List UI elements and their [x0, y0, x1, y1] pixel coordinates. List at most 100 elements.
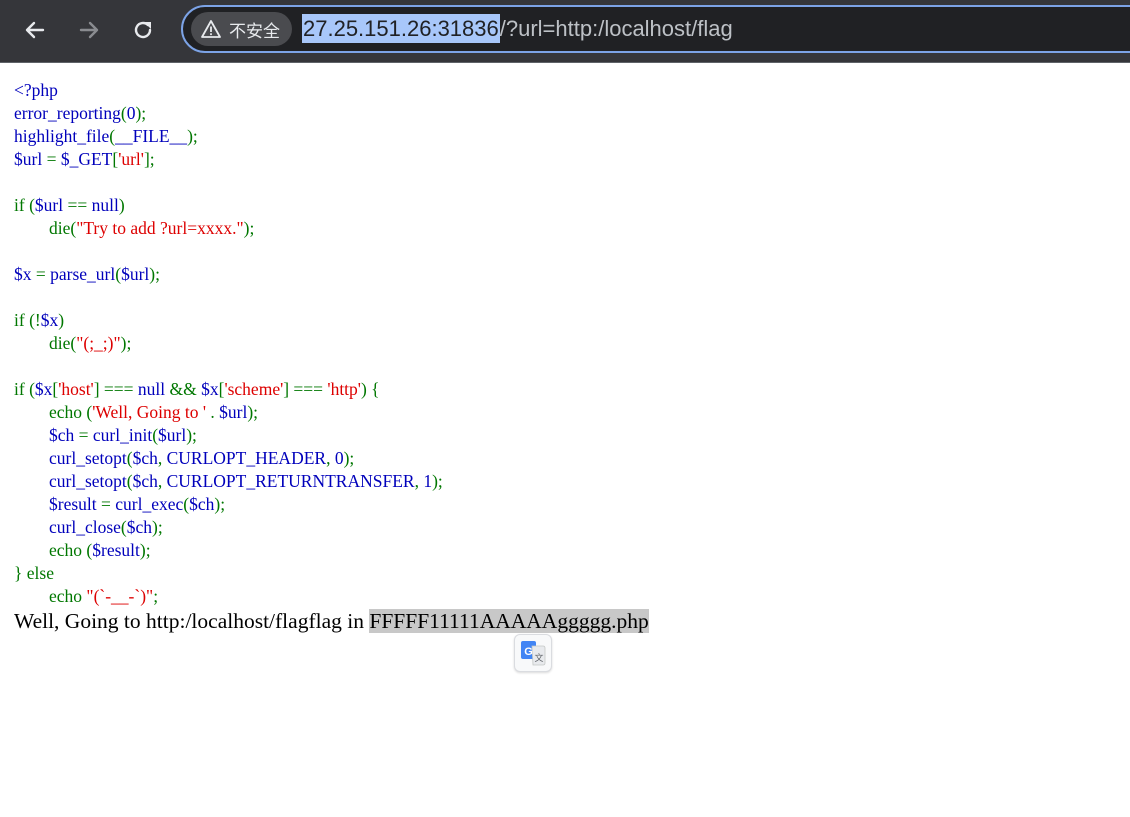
code-token: $ch — [14, 425, 79, 445]
code-token: = — [35, 264, 51, 284]
code-token: $ch — [132, 471, 158, 491]
code-token: null — [137, 379, 170, 399]
code-token: $ch — [126, 517, 153, 537]
code-token: "(;_;)" — [76, 333, 121, 353]
code-token: $x — [201, 379, 219, 399]
code-token: = — [78, 425, 93, 445]
code-token: 1 — [423, 471, 433, 491]
reload-button[interactable] — [125, 10, 161, 50]
code-token: if — [14, 379, 30, 399]
code-line: <?php — [14, 79, 443, 102]
code-token: ); — [120, 333, 132, 353]
back-button[interactable] — [17, 10, 53, 50]
svg-text:文: 文 — [534, 652, 543, 664]
code-token: && — [169, 379, 202, 399]
browser-toolbar: 不安全 27.25.151.26:31836/?url=http:/localh… — [0, 0, 1130, 63]
code-token: ); — [152, 517, 163, 537]
code-token: ) — [58, 310, 65, 330]
google-translate-icon: G 文 — [521, 641, 546, 666]
code-token: CURLOPT_RETURNTRANSFER — [166, 471, 415, 491]
code-token: ); — [139, 540, 151, 560]
code-token: "Try to add ?url=xxxx." — [76, 218, 244, 238]
code-token: $url — [34, 195, 68, 215]
code-line: curl_setopt($ch, CURLOPT_RETURNTRANSFER,… — [14, 470, 443, 493]
code-token: curl_exec — [115, 494, 184, 514]
code-token: = — [101, 494, 116, 514]
svg-text:G: G — [524, 646, 533, 658]
code-token: if — [14, 195, 30, 215]
code-token: , — [157, 471, 167, 491]
code-line: if (!$x) — [14, 309, 443, 332]
code-token: ); — [149, 264, 160, 284]
code-line: $result = curl_exec($ch); — [14, 493, 443, 516]
code-token: curl_init — [92, 425, 153, 445]
code-token: $x — [14, 264, 36, 284]
code-line: echo ($result); — [14, 539, 443, 562]
code-token: __FILE__ — [115, 126, 188, 146]
code-token: ) — [118, 195, 125, 215]
code-line: curl_close($ch); — [14, 516, 443, 539]
code-token: ); — [432, 471, 443, 491]
arrow-right-icon — [79, 21, 99, 39]
code-token: ] === — [283, 379, 328, 399]
page-output: Well, Going to http:/localhost/flagflag … — [14, 606, 649, 636]
code-token: , — [157, 448, 167, 468]
code-token: $url — [121, 264, 150, 284]
code-token: ; — [153, 586, 159, 606]
code-token: "(`-__-`)" — [86, 586, 154, 606]
code-token: ); — [247, 402, 259, 422]
code-token: parse_url — [50, 264, 116, 284]
code-token: ); — [343, 448, 355, 468]
code-token: ); — [186, 425, 197, 445]
code-line: error_reporting(0); — [14, 102, 443, 125]
security-chip-label: 不安全 — [229, 21, 280, 42]
code-token: $x — [40, 310, 59, 330]
output-text: Well, Going to http:/localhost/flagflag … — [14, 609, 370, 633]
code-line: echo "(`-__-`)"; — [14, 585, 443, 608]
code-token: ); — [187, 126, 198, 146]
code-token: } else — [14, 563, 54, 583]
code-token: error_reporting — [14, 103, 121, 123]
code-token: if — [14, 310, 30, 330]
code-token: ) { — [360, 379, 380, 399]
arrow-left-icon — [25, 21, 45, 39]
code-token: CURLOPT_HEADER — [166, 448, 327, 468]
code-token: $result — [92, 540, 140, 560]
code-token: $ch — [132, 448, 158, 468]
code-token: ); — [243, 218, 255, 238]
code-token: $x — [34, 379, 53, 399]
code-token: $url — [219, 402, 248, 422]
translate-button[interactable]: G 文 — [514, 634, 552, 672]
code-token: 'Well, Going to ' — [92, 402, 211, 422]
code-token: 'scheme' — [224, 379, 284, 399]
url-text[interactable]: 27.25.151.26:31836/?url=http:/localhost/… — [302, 7, 733, 51]
address-bar[interactable]: 不安全 27.25.151.26:31836/?url=http:/localh… — [181, 5, 1130, 53]
code-token: curl_setopt — [14, 471, 127, 491]
code-line: $x = parse_url($url); — [14, 263, 443, 286]
code-token: 0 — [334, 448, 344, 468]
code-token: ); — [214, 494, 226, 514]
code-token: $_GET — [60, 149, 113, 169]
code-token: 'http' — [327, 379, 361, 399]
code-token: $url — [158, 425, 187, 445]
code-token: $url — [14, 149, 47, 169]
php-source-code: <?php error_reporting(0); highlight_file(_… — [14, 79, 443, 608]
forward-button[interactable] — [71, 10, 107, 50]
url-path: /?url=http:/localhost/flag — [499, 16, 733, 41]
code-token: echo — [14, 586, 87, 606]
code-token: 'url' — [118, 149, 144, 169]
code-token: 'host' — [58, 379, 94, 399]
code-token: $ch — [189, 494, 215, 514]
code-line: echo ('Well, Going to ' . $url); — [14, 401, 443, 424]
code-token: ]; — [143, 149, 155, 169]
code-line: die("Try to add ?url=xxxx."); — [14, 217, 443, 240]
code-token: die — [14, 333, 71, 353]
code-token: $result — [14, 494, 102, 514]
code-line: } else — [14, 562, 443, 585]
security-chip[interactable]: 不安全 — [191, 12, 292, 46]
reload-icon — [134, 21, 152, 39]
code-line: $url = $_GET['url']; — [14, 148, 443, 171]
